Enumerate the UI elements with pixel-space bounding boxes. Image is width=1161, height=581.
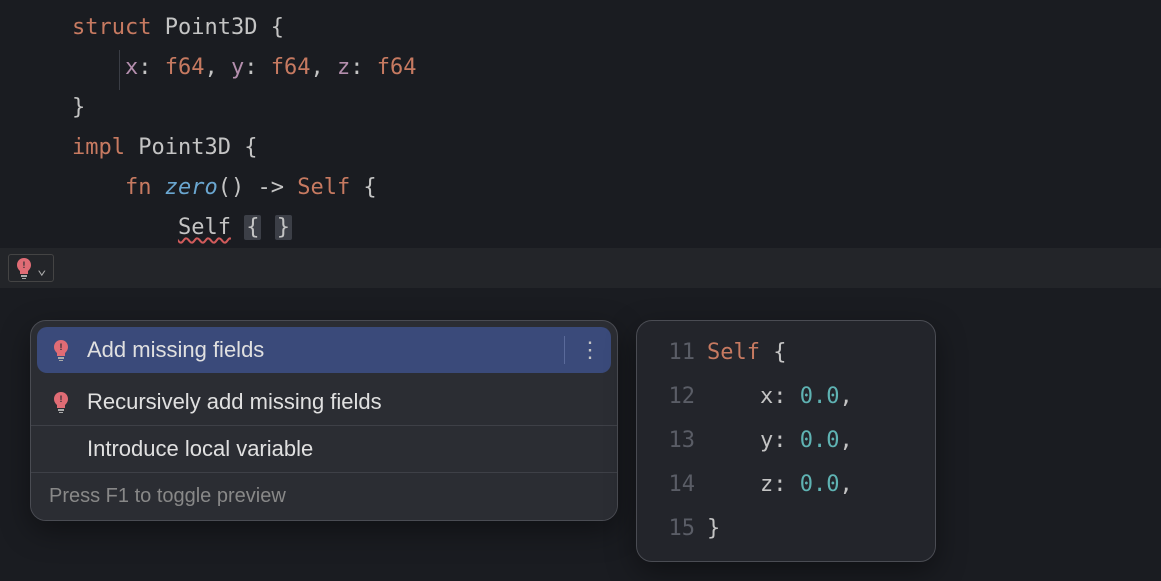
colon: : — [138, 55, 165, 80]
code-line: x: f64, y: f64, z: f64 — [72, 48, 1151, 88]
line-number: 11 — [651, 331, 695, 375]
type-f64: f64 — [165, 55, 205, 80]
brace-open-matched: { — [244, 215, 261, 240]
code-line: } — [72, 88, 1151, 128]
field-z: z — [337, 55, 350, 80]
intention-preview-popup: 11 Self { 12 x: 0.0, 13 y: 0.0, 14 z: 0.0… — [636, 320, 936, 562]
indent — [707, 375, 760, 419]
fn-name: zero — [165, 175, 218, 200]
field-name: x — [760, 375, 773, 419]
line-number: 12 — [651, 375, 695, 419]
current-line-highlight — [0, 248, 1161, 288]
type-f64: f64 — [271, 55, 311, 80]
intention-item-add-missing-fields[interactable]: ! Add missing fields ⋮ — [37, 327, 611, 373]
intention-label: Add missing fields — [87, 337, 264, 363]
line-number: 15 — [651, 507, 695, 551]
brace-open: { — [271, 15, 284, 40]
code-line: impl Point3D { — [72, 128, 1151, 168]
line-number: 14 — [651, 463, 695, 507]
number-literal: 0.0 — [800, 375, 840, 419]
intention-label: Recursively add missing fields — [87, 389, 382, 415]
type-f64: f64 — [377, 55, 417, 80]
comma: , — [839, 419, 852, 463]
self-expr-error: Self — [178, 215, 231, 240]
intention-label: Introduce local variable — [87, 436, 313, 462]
field-x: x — [125, 55, 138, 80]
field-name: z — [760, 463, 773, 507]
arrow: -> — [244, 175, 297, 200]
bulb-error-icon: ! — [49, 339, 73, 361]
svg-text:!: ! — [21, 261, 26, 271]
type-name: Point3D — [125, 135, 244, 160]
comma: , — [204, 55, 231, 80]
keyword-struct: struct — [72, 15, 151, 40]
colon: : — [350, 55, 377, 80]
intention-item-introduce-variable[interactable]: Introduce local variable — [31, 426, 617, 472]
colon: : — [244, 55, 271, 80]
colon: : — [773, 419, 800, 463]
self-kw: Self — [707, 331, 760, 375]
preview-line: 12 x: 0.0, — [651, 375, 921, 419]
brace-close: } — [72, 95, 85, 120]
field-y: y — [231, 55, 244, 80]
brace-close-matched: } — [275, 215, 292, 240]
bulb-error-icon: ! — [15, 257, 33, 279]
svg-text:!: ! — [60, 394, 63, 404]
preview-line: 11 Self { — [651, 331, 921, 375]
parens: () — [218, 175, 245, 200]
indent — [72, 55, 125, 80]
comma: , — [310, 55, 337, 80]
number-literal: 0.0 — [800, 463, 840, 507]
intention-actions-popup: ! Add missing fields ⋮ ! Recursively add… — [30, 320, 618, 521]
code-editor[interactable]: struct Point3D { x: f64, y: f64, z: f64 … — [72, 8, 1151, 248]
keyword-fn: fn — [125, 175, 165, 200]
brace-open: { — [244, 135, 257, 160]
line-number: 13 — [651, 419, 695, 463]
indent — [707, 419, 760, 463]
code-line: Self { } — [72, 208, 1151, 248]
intention-footer-hint: Press F1 to toggle preview — [31, 472, 617, 520]
colon: : — [773, 463, 800, 507]
indent — [72, 175, 125, 200]
brace-open: { — [350, 175, 377, 200]
intention-item-recursively-add[interactable]: ! Recursively add missing fields — [31, 379, 617, 425]
more-vertical-icon[interactable]: ⋮ — [564, 336, 601, 364]
brace-open: { — [760, 331, 787, 375]
indent — [707, 463, 760, 507]
bulb-error-icon: ! — [49, 391, 73, 413]
code-line: struct Point3D { — [72, 8, 1151, 48]
intention-bulb-button[interactable]: ! ⌄ — [8, 254, 54, 282]
space — [231, 215, 244, 240]
preview-line: 13 y: 0.0, — [651, 419, 921, 463]
comma: , — [839, 463, 852, 507]
comma: , — [839, 375, 852, 419]
brace-close: } — [707, 507, 720, 551]
number-literal: 0.0 — [800, 419, 840, 463]
svg-text:!: ! — [60, 342, 63, 352]
colon: : — [773, 375, 800, 419]
type-name: Point3D — [151, 15, 270, 40]
chevron-down-icon: ⌄ — [37, 259, 47, 278]
space — [261, 215, 274, 240]
return-type: Self — [297, 175, 350, 200]
preview-line: 14 z: 0.0, — [651, 463, 921, 507]
keyword-impl: impl — [72, 135, 125, 160]
field-name: y — [760, 419, 773, 463]
indent-guide — [119, 50, 120, 90]
indent — [72, 215, 178, 240]
code-line: fn zero() -> Self { — [72, 168, 1151, 208]
preview-line: 15} — [651, 507, 921, 551]
